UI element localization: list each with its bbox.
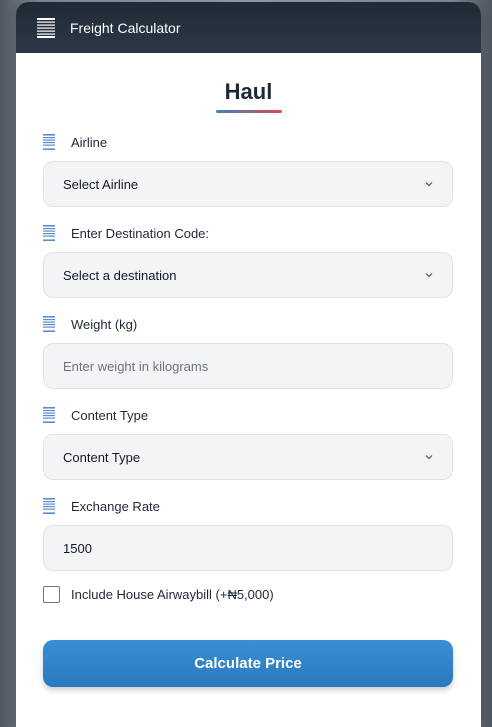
brand-title: Haul [224,79,273,104]
destination-select-value: Select a destination [63,267,177,283]
list-lines-icon [43,498,55,514]
app-title: Freight Calculator [70,19,181,36]
weight-field: Weight (kg) Enter weight in kilograms [43,315,453,389]
content-type-field: Content Type Content Type [43,406,453,480]
airline-select[interactable]: Select Airline [43,161,453,207]
destination-field: Enter Destination Code: Select a destina… [43,224,453,298]
chevron-down-icon [425,273,433,278]
list-lines-icon [43,407,55,423]
exchange-rate-label: Exchange Rate [71,498,160,514]
destination-select[interactable]: Select a destination [43,252,453,298]
brand-header: Haul [16,79,481,115]
list-lines-icon [43,225,55,241]
airline-label: Airline [71,134,108,150]
exchange-rate-value: 1500 [63,540,92,556]
exchange-rate-input[interactable]: 1500 [43,525,453,571]
content-type-label: Content Type [71,407,149,423]
brand-underline [215,110,282,113]
weight-label: Weight (kg) [71,316,138,332]
chevron-down-icon [425,182,433,187]
exchange-rate-field: Exchange Rate 1500 [43,497,453,571]
weight-input[interactable]: Enter weight in kilograms [43,343,453,389]
calculate-price-button[interactable]: Calculate Price [43,640,453,687]
airline-select-value: Select Airline [63,176,139,192]
chevron-down-icon [425,455,433,460]
list-lines-icon [43,134,55,150]
menu-lines-icon[interactable] [37,17,55,38]
house-airwaybill-label: Include House Airwaybill (+₦5,000) [71,587,274,602]
airline-field: Airline Select Airline [43,133,453,207]
content-type-select[interactable]: Content Type [43,434,453,480]
list-lines-icon [43,316,55,332]
weight-input-placeholder: Enter weight in kilograms [63,358,209,374]
content-type-select-value: Content Type [63,449,141,465]
destination-label: Enter Destination Code: [71,225,210,241]
house-airwaybill-checkbox[interactable] [43,586,60,603]
title-bar: Freight Calculator [16,2,481,53]
calculator-card: Freight Calculator Haul Airline Select A… [16,2,481,727]
house-airwaybill-option: Include House Airwaybill (+₦5,000) [43,586,274,603]
